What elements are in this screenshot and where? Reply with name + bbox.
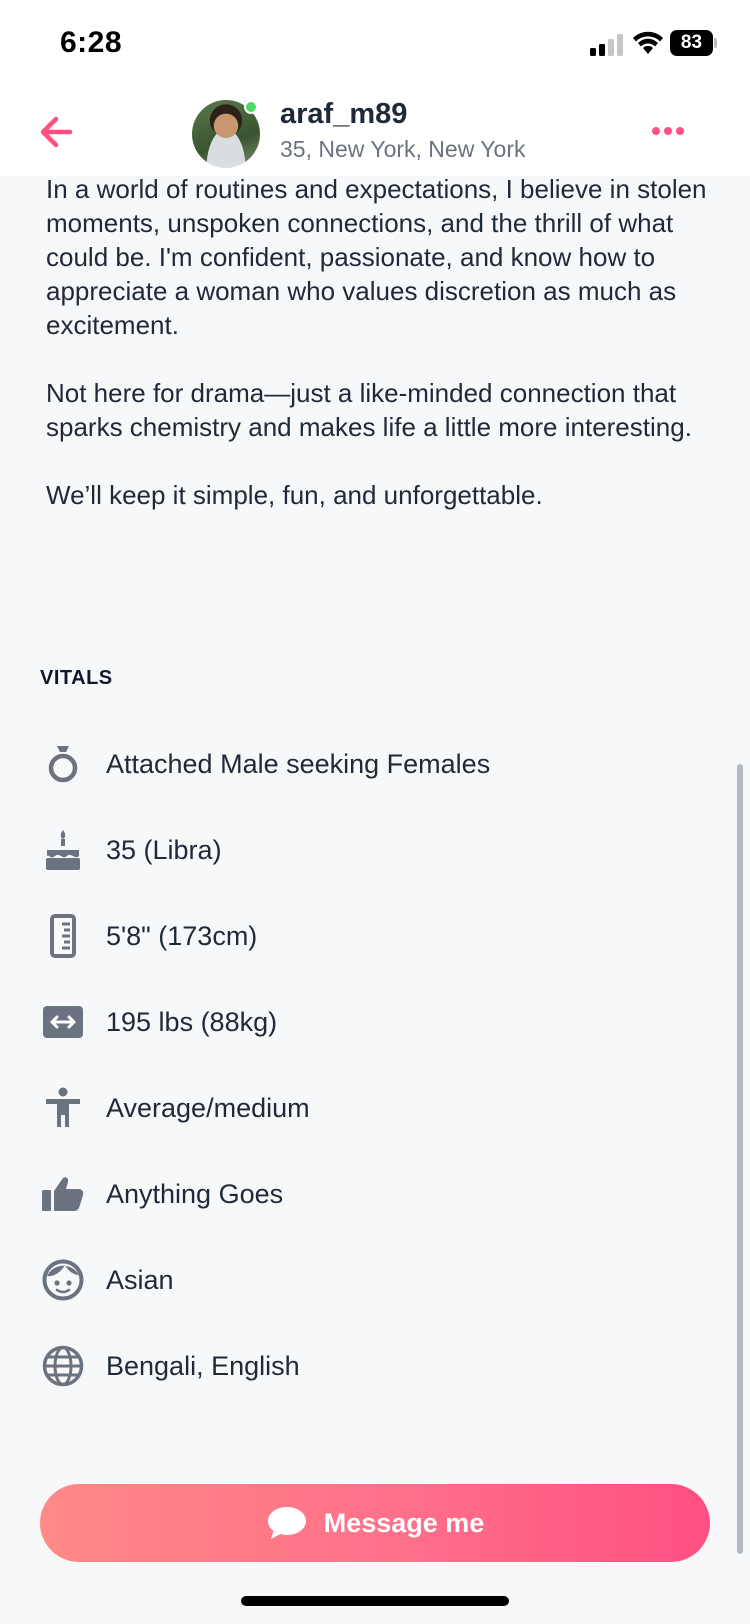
status-time: 6:28 bbox=[60, 26, 123, 59]
birthday-cake-icon bbox=[40, 827, 86, 873]
cellular-signal-icon bbox=[590, 34, 623, 56]
status-bar: 6:28 83 bbox=[0, 0, 750, 90]
vital-weight: 195 lbs (88kg) bbox=[40, 992, 680, 1052]
vital-label: Attached Male seeking Females bbox=[106, 748, 491, 779]
vital-label: 195 lbs (88kg) bbox=[106, 1006, 278, 1037]
vital-label: Bengali, English bbox=[106, 1350, 300, 1381]
vital-relationship: Attached Male seeking Females bbox=[40, 734, 680, 794]
vital-label: Average/medium bbox=[106, 1092, 310, 1123]
ring-icon bbox=[40, 741, 86, 787]
home-indicator[interactable] bbox=[241, 1596, 509, 1606]
wifi-icon bbox=[633, 31, 663, 54]
vital-label: 5'8" (173cm) bbox=[106, 920, 258, 951]
vital-languages: Bengali, English bbox=[40, 1336, 680, 1396]
bio-paragraph: Not here for drama—just a like-minded co… bbox=[46, 378, 692, 442]
vital-age: 35 (Libra) bbox=[40, 820, 680, 880]
vital-label: Anything Goes bbox=[106, 1178, 284, 1209]
profile-username: araf_m89 bbox=[280, 98, 408, 130]
vital-body-type: Average/medium bbox=[40, 1078, 680, 1138]
vital-interests: Anything Goes bbox=[40, 1164, 680, 1224]
bio-paragraph: In a world of routines and expectations,… bbox=[46, 174, 707, 340]
profile-header: araf_m89 35, New York, New York bbox=[0, 90, 750, 176]
body-type-icon bbox=[40, 1085, 86, 1131]
vital-height: 5'8" (173cm) bbox=[40, 906, 680, 966]
message-me-label: Message me bbox=[323, 1507, 485, 1538]
globe-icon bbox=[40, 1343, 86, 1389]
bio-paragraph: We’ll keep it simple, fun, and unforgett… bbox=[46, 480, 543, 510]
profile-bio: In a world of routines and expectations,… bbox=[46, 172, 716, 546]
weight-arrows-icon bbox=[40, 999, 86, 1045]
battery-icon: 83 bbox=[670, 30, 718, 56]
thumbs-up-icon bbox=[40, 1171, 86, 1217]
scrollbar[interactable] bbox=[737, 764, 743, 1554]
more-horizontal-icon[interactable] bbox=[648, 116, 688, 146]
vital-ethnicity: Asian bbox=[40, 1250, 680, 1310]
profile-screen: 6:28 83 araf_m89 35, New York, New York bbox=[0, 0, 750, 1624]
battery-level: 83 bbox=[670, 30, 713, 56]
ruler-icon bbox=[40, 913, 86, 959]
profile-location: 35, New York, New York bbox=[280, 136, 526, 162]
vitals-heading: VITALS bbox=[40, 667, 113, 689]
message-me-button[interactable]: Message me bbox=[40, 1484, 710, 1562]
vital-label: Asian bbox=[106, 1264, 174, 1295]
chat-bubble-icon bbox=[267, 1507, 306, 1539]
face-icon bbox=[40, 1257, 86, 1303]
online-status-indicator bbox=[244, 100, 258, 114]
arrow-left-icon[interactable] bbox=[34, 110, 78, 154]
vital-label: 35 (Libra) bbox=[106, 834, 222, 865]
